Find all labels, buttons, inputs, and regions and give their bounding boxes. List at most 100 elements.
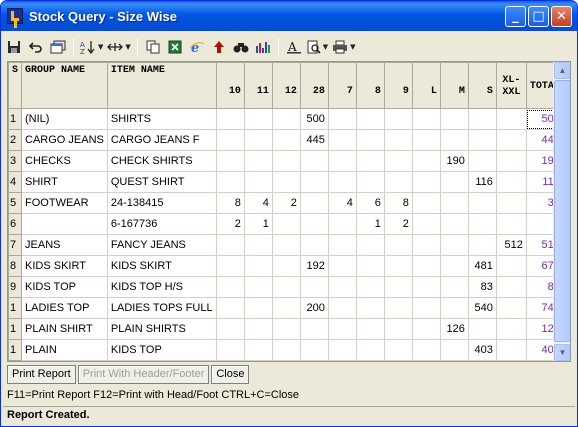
table-row[interactable]: 66-16773621126 (8, 213, 564, 235)
col-header-size-m[interactable]: M (439, 62, 469, 109)
size-qty-cell[interactable] (495, 108, 527, 130)
item-name-cell[interactable]: CHECK SHIRTS (106, 150, 217, 172)
row-number-cell[interactable]: 1 (8, 297, 23, 319)
size-qty-cell[interactable] (327, 255, 357, 277)
size-qty-cell[interactable] (383, 276, 413, 298)
group-name-cell[interactable]: KIDS TOP (21, 276, 108, 298)
size-qty-cell[interactable] (243, 108, 273, 130)
size-qty-cell[interactable] (355, 339, 385, 361)
stock-grid[interactable]: S GROUP NAME ITEM NAME 10 11 12 28 7 8 9… (7, 61, 571, 362)
size-qty-cell[interactable] (243, 276, 273, 298)
size-qty-cell[interactable] (215, 108, 245, 130)
size-qty-cell[interactable] (327, 171, 357, 193)
size-qty-cell[interactable]: 403 (467, 339, 497, 361)
size-qty-cell[interactable]: 481 (467, 255, 497, 277)
group-name-cell[interactable]: LADIES TOP (21, 297, 108, 319)
save-icon[interactable] (5, 37, 23, 57)
find-icon[interactable] (232, 37, 250, 57)
item-name-cell[interactable]: PLAIN SHIRTS (106, 318, 217, 340)
row-number-cell[interactable]: 5 (8, 192, 23, 214)
size-qty-cell[interactable] (411, 192, 441, 214)
size-qty-cell[interactable] (439, 297, 469, 319)
size-qty-cell[interactable] (215, 255, 245, 277)
size-qty-cell[interactable] (327, 108, 357, 130)
item-name-cell[interactable]: KIDS TOP H/S (106, 276, 217, 298)
size-qty-cell[interactable] (271, 318, 301, 340)
col-header-size-11[interactable]: 11 (243, 62, 273, 109)
size-qty-cell[interactable] (495, 213, 527, 235)
size-qty-cell[interactable] (355, 297, 385, 319)
size-qty-cell[interactable] (411, 108, 441, 130)
size-qty-cell[interactable] (411, 276, 441, 298)
size-qty-cell[interactable] (467, 234, 497, 256)
row-number-cell[interactable]: 1 (8, 318, 23, 340)
col-header-item-name[interactable]: ITEM NAME (106, 62, 217, 109)
size-qty-cell[interactable] (467, 318, 497, 340)
size-qty-cell[interactable] (383, 297, 413, 319)
size-qty-cell[interactable] (271, 276, 301, 298)
size-qty-cell[interactable] (299, 213, 329, 235)
item-name-cell[interactable]: SHIRTS (106, 108, 217, 130)
item-name-cell[interactable]: CARGO JEANS F (106, 129, 217, 151)
chart-icon[interactable] (254, 37, 272, 57)
size-qty-cell[interactable] (327, 150, 357, 172)
scroll-thumb[interactable] (554, 80, 570, 342)
size-qty-cell[interactable] (271, 129, 301, 151)
table-row[interactable]: 2 CARGO JEANS CARGO JEANS F 445 445 (8, 129, 564, 151)
col-header-size-l[interactable]: L (411, 62, 441, 109)
size-qty-cell[interactable] (495, 297, 527, 319)
size-qty-cell[interactable] (439, 108, 469, 130)
size-qty-cell[interactable] (327, 297, 357, 319)
scroll-up-button[interactable]: ▲ (554, 62, 570, 79)
size-qty-cell[interactable] (271, 297, 301, 319)
table-row[interactable]: 4 SHIRT QUEST SHIRT 116 116 (8, 171, 564, 193)
size-qty-cell[interactable] (299, 234, 329, 256)
internet-explorer-icon[interactable]: e (188, 37, 206, 57)
size-qty-cell[interactable] (271, 234, 301, 256)
group-name-cell[interactable]: KIDS SKIRT (21, 255, 108, 277)
size-qty-cell[interactable] (383, 150, 413, 172)
size-qty-cell[interactable] (243, 339, 273, 361)
size-qty-cell[interactable] (299, 192, 329, 214)
size-qty-cell[interactable] (411, 339, 441, 361)
size-qty-cell[interactable] (495, 171, 527, 193)
size-qty-cell[interactable] (495, 255, 527, 277)
size-qty-cell[interactable] (355, 234, 385, 256)
print-header-footer-button[interactable]: Print With Header/Footer (77, 365, 210, 384)
size-qty-cell[interactable] (467, 129, 497, 151)
size-qty-cell[interactable] (439, 276, 469, 298)
size-qty-cell[interactable] (383, 234, 413, 256)
row-number-cell[interactable]: 6 (8, 213, 23, 235)
size-qty-cell[interactable] (299, 150, 329, 172)
table-row[interactable]: 9KIDS TOPKIDS TOP H/S8383 (8, 276, 564, 298)
size-qty-cell[interactable] (495, 192, 527, 214)
item-name-cell[interactable]: 6-167736 (106, 213, 217, 235)
size-qty-cell[interactable] (411, 234, 441, 256)
col-header-size-9[interactable]: 9 (383, 62, 413, 109)
row-number-cell[interactable]: 1 (8, 108, 23, 130)
size-qty-cell[interactable] (355, 150, 385, 172)
row-number-cell[interactable]: 2 (8, 129, 23, 151)
size-qty-cell[interactable] (215, 318, 245, 340)
print-preview-icon[interactable]: ▼ (307, 37, 328, 57)
size-qty-cell[interactable]: 2 (271, 192, 301, 214)
size-qty-cell[interactable]: 116 (467, 171, 497, 193)
size-qty-cell[interactable] (327, 129, 357, 151)
size-qty-cell[interactable] (411, 297, 441, 319)
size-qty-cell[interactable] (355, 108, 385, 130)
size-qty-cell[interactable]: 512 (495, 234, 527, 256)
size-qty-cell[interactable] (495, 339, 527, 361)
copy-window-icon[interactable] (49, 37, 67, 57)
minimize-button[interactable]: _ (505, 6, 526, 27)
item-name-cell[interactable]: KIDS TOP (106, 339, 217, 361)
group-name-cell[interactable]: PLAIN (21, 339, 108, 361)
size-qty-cell[interactable] (215, 171, 245, 193)
size-qty-cell[interactable] (383, 255, 413, 277)
table-row[interactable]: 3 CHECKS CHECK SHIRTS 190 190 (8, 150, 564, 172)
size-qty-cell[interactable] (439, 192, 469, 214)
size-qty-cell[interactable] (383, 129, 413, 151)
size-qty-cell[interactable] (243, 297, 273, 319)
group-name-cell[interactable]: FOOTWEAR (21, 192, 108, 214)
printer-icon[interactable]: ▼ (332, 37, 356, 57)
size-qty-cell[interactable] (299, 171, 329, 193)
